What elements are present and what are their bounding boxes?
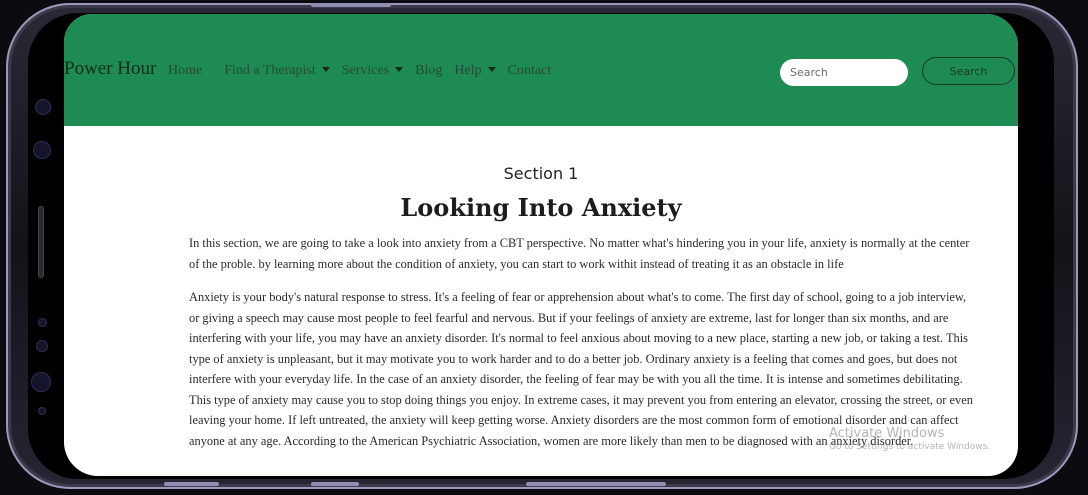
navbar: Power Hour Home Find a Therapist Service… — [64, 14, 1018, 126]
browser-screen: Power Hour Home Find a Therapist Service… — [64, 14, 1018, 476]
nav-link-contact[interactable]: Contact — [508, 63, 552, 79]
nav-link-label: Help — [454, 63, 482, 78]
nav-links: Home Find a Therapist Services Blog Help… — [168, 63, 573, 79]
body-paragraph: Anxiety is your body's natural response … — [189, 290, 973, 448]
nav-link-label: Services — [341, 63, 390, 78]
search-button[interactable]: Search — [922, 57, 1015, 85]
phone-top-button — [311, 3, 391, 7]
nav-link-label: Find a Therapist — [224, 63, 316, 78]
search-input[interactable] — [780, 59, 908, 86]
nav-link-help[interactable]: Help — [454, 63, 496, 79]
nav-link-find-a-therapist[interactable]: Find a Therapist — [224, 63, 330, 79]
brand-logo[interactable]: Power Hour — [64, 58, 156, 80]
nav-link-services[interactable]: Services — [341, 63, 404, 79]
front-camera-icon — [35, 99, 51, 115]
page-title: Looking Into Anxiety — [400, 193, 682, 222]
proximity-sensor-icon — [38, 318, 47, 327]
nav-link-blog[interactable]: Blog — [415, 63, 442, 79]
led-indicator-icon — [38, 407, 46, 415]
phone-bottom-button — [526, 482, 666, 486]
phone-bottom-button — [311, 482, 359, 486]
earpiece-speaker — [38, 206, 44, 278]
intro-paragraph: In this section, we are going to take a … — [189, 236, 970, 271]
caret-down-icon — [395, 67, 404, 72]
iris-scanner-icon — [31, 372, 51, 392]
nav-link-home[interactable]: Home — [168, 63, 202, 79]
light-sensor-icon — [36, 340, 48, 352]
caret-down-icon — [487, 67, 496, 72]
caret-down-icon — [321, 67, 330, 72]
front-sensor-icon — [33, 141, 51, 159]
section-label: Section 1 — [503, 164, 579, 183]
phone-bottom-button — [164, 482, 219, 486]
